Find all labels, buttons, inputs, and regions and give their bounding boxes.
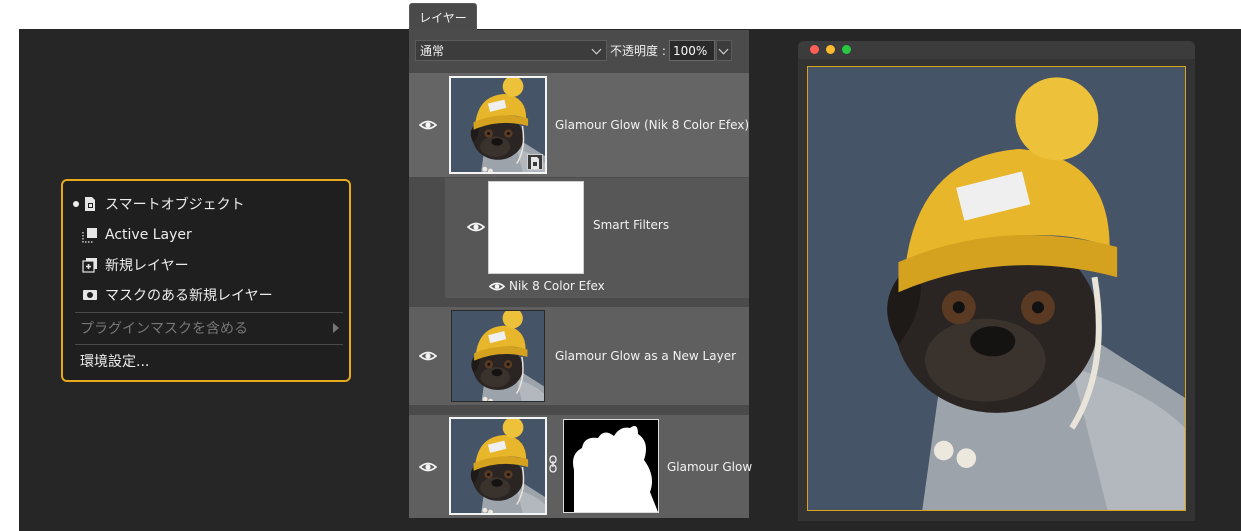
smart-object-badge-icon (527, 154, 543, 170)
layer-row-new-layer[interactable]: Glamour Glow as a New Layer (409, 307, 749, 405)
smart-filter-mask-thumbnail[interactable] (488, 181, 584, 274)
smart-object-icon (85, 197, 95, 211)
menu-item-include-plugin-mask: プラグインマスクを含める (63, 314, 349, 342)
blend-mode-select[interactable]: 通常 (415, 40, 607, 61)
menu-item-label: マスクのある新規レイヤー (105, 288, 273, 304)
visibility-eye-icon[interactable] (467, 221, 485, 233)
layers-panel: 通常 不透明度 : 100% Glamour Glow (Nik 8 Color… (409, 30, 753, 518)
opacity-input[interactable]: 100% (669, 40, 715, 61)
layer-row-smart-object[interactable]: Glamour Glow (Nik 8 Color Efex) (409, 73, 749, 177)
close-window-icon[interactable] (810, 45, 819, 54)
preview-window (798, 41, 1195, 521)
menu-item-smart-object[interactable]: スマートオブジェクト (63, 190, 349, 218)
menu-item-active-layer[interactable]: Active Layer (63, 221, 349, 249)
smart-filters-label: Smart Filters (593, 218, 670, 232)
checked-bullet-icon (73, 201, 79, 207)
smart-filters-row[interactable]: Smart Filters Nik 8 Color Efex (445, 178, 749, 298)
visibility-eye-icon[interactable] (419, 461, 437, 473)
menu-item-label: スマートオブジェクト (105, 197, 245, 213)
plugin-output-menu: スマートオブジェクト Active Layer 新規レイヤー マスクのある新規レ… (61, 179, 351, 382)
layer-thumbnail[interactable] (449, 417, 547, 515)
layer-name: Glamour Glow (Nik 8 Color Efex) (555, 118, 750, 132)
menu-item-label: Active Layer (105, 227, 192, 243)
menu-divider (75, 344, 343, 345)
opacity-value: 100% (673, 43, 708, 58)
layer-name: Glamour Glow as a New Layer (555, 349, 737, 363)
menu-item-new-layer[interactable]: 新規レイヤー (63, 251, 349, 279)
menu-item-preferences[interactable]: 環境設定... (63, 347, 349, 375)
opacity-dropdown-button[interactable] (716, 40, 732, 61)
pug-thumbnail-image (452, 311, 544, 401)
minimize-window-icon[interactable] (826, 45, 835, 54)
layer-name: Glamour Glow (667, 460, 753, 474)
layer-thumbnail[interactable] (451, 310, 545, 402)
blend-mode-value: 通常 (420, 44, 445, 58)
chevron-down-icon (718, 44, 729, 55)
new-layer-icon (82, 258, 97, 273)
preview-canvas (807, 66, 1186, 511)
visibility-eye-icon[interactable] (419, 119, 437, 131)
menu-item-label: 環境設定... (80, 354, 150, 370)
mask-silhouette (573, 426, 658, 512)
layer-thumbnail[interactable] (449, 76, 547, 174)
menu-divider (75, 312, 343, 313)
tab-layers[interactable]: レイヤー (409, 3, 477, 30)
pug-thumbnail-image (451, 419, 545, 513)
chevron-down-icon (591, 44, 602, 55)
tab-label: レイヤー (419, 10, 467, 25)
mask-layer-icon (83, 290, 97, 300)
pug-photo-image (808, 67, 1185, 510)
menu-item-label: プラグインマスクを含める (80, 321, 248, 337)
menu-item-new-layer-with-mask[interactable]: マスクのある新規レイヤー (63, 281, 349, 309)
visibility-eye-icon[interactable] (419, 350, 437, 362)
layer-mask-thumbnail[interactable] (563, 419, 659, 513)
filter-name[interactable]: Nik 8 Color Efex (509, 279, 605, 293)
layer-row-masked[interactable]: Glamour Glow (409, 415, 753, 518)
active-layer-icon (82, 228, 97, 243)
filter-visibility-eye-icon[interactable] (489, 281, 505, 292)
zoom-window-icon[interactable] (842, 45, 851, 54)
submenu-arrow-icon (333, 323, 339, 333)
opacity-label: 不透明度 : (610, 44, 666, 58)
link-chain-icon[interactable] (548, 455, 558, 473)
menu-item-label: 新規レイヤー (105, 258, 189, 274)
window-title-bar (798, 41, 1195, 59)
